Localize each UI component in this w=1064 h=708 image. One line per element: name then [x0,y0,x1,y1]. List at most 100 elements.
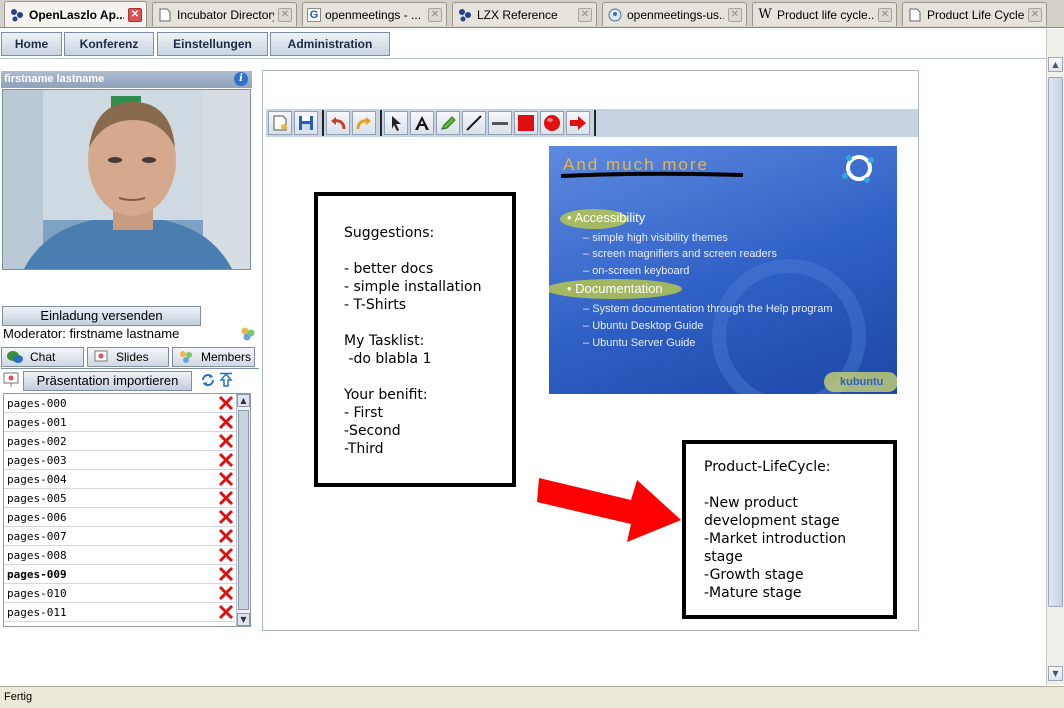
delete-icon[interactable] [218,509,234,525]
page-name: pages-001 [7,416,67,429]
close-tab-icon[interactable]: ✕ [728,7,742,22]
list-item[interactable]: pages-001 [4,413,236,432]
tab-chat[interactable]: Chat [1,347,84,367]
page-icon [907,7,923,23]
menu-konferenz[interactable]: Konferenz [64,32,154,56]
browser-tab-openlaszlo[interactable]: OpenLaszlo Ap... ✕ [4,1,147,27]
scroll-up-icon[interactable]: ▲ [237,394,250,407]
delete-icon[interactable] [218,547,234,563]
close-tab-icon[interactable]: ✕ [278,7,292,22]
webcam-video [2,89,251,270]
browser-tab-openmeetings-users[interactable]: openmeetings-us... ✕ [602,2,747,26]
scroll-down-icon[interactable]: ▼ [237,613,250,626]
users-icon[interactable] [239,325,257,343]
menu-home[interactable]: Home [1,32,62,56]
close-tab-icon[interactable]: ✕ [578,7,592,22]
mail-group-icon [607,7,623,23]
browser-tab-product-life-cycle[interactable]: Product Life Cycle ✕ [902,2,1047,26]
tab-members[interactable]: Members [172,347,255,367]
browser-tab-wikipedia[interactable]: W Product life cycle... ✕ [752,2,897,26]
list-item[interactable]: pages-007 [4,527,236,546]
browser-tab-label: Product Life Cycle [927,7,1024,22]
list-item[interactable]: pages-009 [4,565,236,584]
list-item[interactable]: pages-004 [4,470,236,489]
info-icon[interactable]: i [234,72,248,86]
browser-tab-incubator[interactable]: Incubator Directory ✕ [152,2,297,26]
list-item[interactable]: pages-006 [4,508,236,527]
delete-icon[interactable] [218,566,234,582]
pointer-icon[interactable] [384,111,408,135]
page-name: pages-002 [7,435,67,448]
send-invitation-button[interactable]: Einladung versenden [2,306,201,326]
note-line: -Market introduction [704,531,847,547]
openlaszlo-icon [457,7,473,23]
page-name: pages-000 [7,397,67,410]
note-line: stage [704,549,743,565]
browser-tab-label: openmeetings - ... [325,7,422,22]
list-item[interactable]: pages-010 [4,584,236,603]
scroll-up-icon[interactable]: ▲ [1048,57,1063,72]
list-item[interactable]: pages-005 [4,489,236,508]
refresh-icon[interactable] [200,372,216,388]
save-icon[interactable] [294,111,318,135]
highlighter-icon[interactable] [436,111,460,135]
undo-icon[interactable] [326,111,350,135]
scroll-down-icon[interactable]: ▼ [1048,666,1063,681]
delete-icon[interactable] [218,604,234,620]
browser-scroll-thumb[interactable] [1048,77,1063,607]
delete-icon[interactable] [218,471,234,487]
list-item[interactable]: pages-002 [4,432,236,451]
delete-icon[interactable] [218,395,234,411]
close-tab-icon[interactable]: ✕ [128,7,142,22]
note-line: -Mature stage [704,585,802,601]
menu-einstellungen[interactable]: Einstellungen [157,32,268,56]
delete-icon[interactable] [218,414,234,430]
close-tab-icon[interactable]: ✕ [878,7,892,22]
close-tab-icon[interactable]: ✕ [428,7,442,22]
page-list-scrollbar[interactable]: ▲ ▼ [236,394,250,626]
list-item[interactable]: pages-003 [4,451,236,470]
note-line: -New product [704,495,798,511]
browser-tab-strip: OpenLaszlo Ap... ✕ Incubator Directory ✕… [0,0,1064,28]
rectangle-icon[interactable] [514,111,538,135]
slide-bullet: • Documentation [567,281,663,296]
arrow-icon[interactable] [566,111,590,135]
import-presentation-button[interactable]: Präsentation importieren [23,371,192,391]
text-icon[interactable] [410,111,434,135]
note-line [344,368,512,386]
redo-icon[interactable] [352,111,376,135]
list-item[interactable]: pages-011 [4,603,236,622]
whiteboard-red-arrow[interactable] [535,472,685,547]
delete-icon[interactable] [218,490,234,506]
browser-tab-label: OpenLaszlo Ap... [29,7,124,22]
browser-tab-openmeetings-google[interactable]: G openmeetings - ... ✕ [302,2,447,26]
page-name: pages-008 [7,549,67,562]
underline-icon[interactable] [488,111,512,135]
slide-subbullet: – on-screen keyboard [583,265,690,277]
ellipse-icon[interactable] [540,111,564,135]
delete-icon[interactable] [218,433,234,449]
list-item[interactable]: pages-008 [4,546,236,565]
delete-icon[interactable] [218,528,234,544]
new-document-icon[interactable] [268,111,292,135]
line-icon[interactable] [462,111,486,135]
scroll-thumb[interactable] [238,410,249,610]
page-name: pages-006 [7,511,67,524]
delete-icon[interactable] [218,585,234,601]
whiteboard-note-product-lifecycle[interactable]: Product-LifeCycle: -New product developmen… [682,440,897,619]
upload-icon[interactable] [218,372,234,388]
note-line [344,242,512,260]
list-item[interactable]: pages-000 [4,394,236,413]
delete-icon[interactable] [218,452,234,468]
tab-slides[interactable]: Slides [87,347,169,367]
whiteboard-note-suggestions[interactable]: Suggestions: - better docs - simple instal… [314,192,516,487]
wikipedia-icon: W [758,7,772,22]
note-line: development stage [704,513,840,529]
close-tab-icon[interactable]: ✕ [1028,7,1042,22]
slide-bullet: • Accessibility [567,210,646,225]
browser-tab-label: Incubator Directory [177,7,274,22]
browser-vertical-scrollbar[interactable]: ▲ ▼ [1046,29,1064,685]
menu-administration[interactable]: Administration [270,32,390,56]
presentation-icon [3,372,19,388]
browser-tab-lzx-reference[interactable]: LZX Reference ✕ [452,2,597,26]
